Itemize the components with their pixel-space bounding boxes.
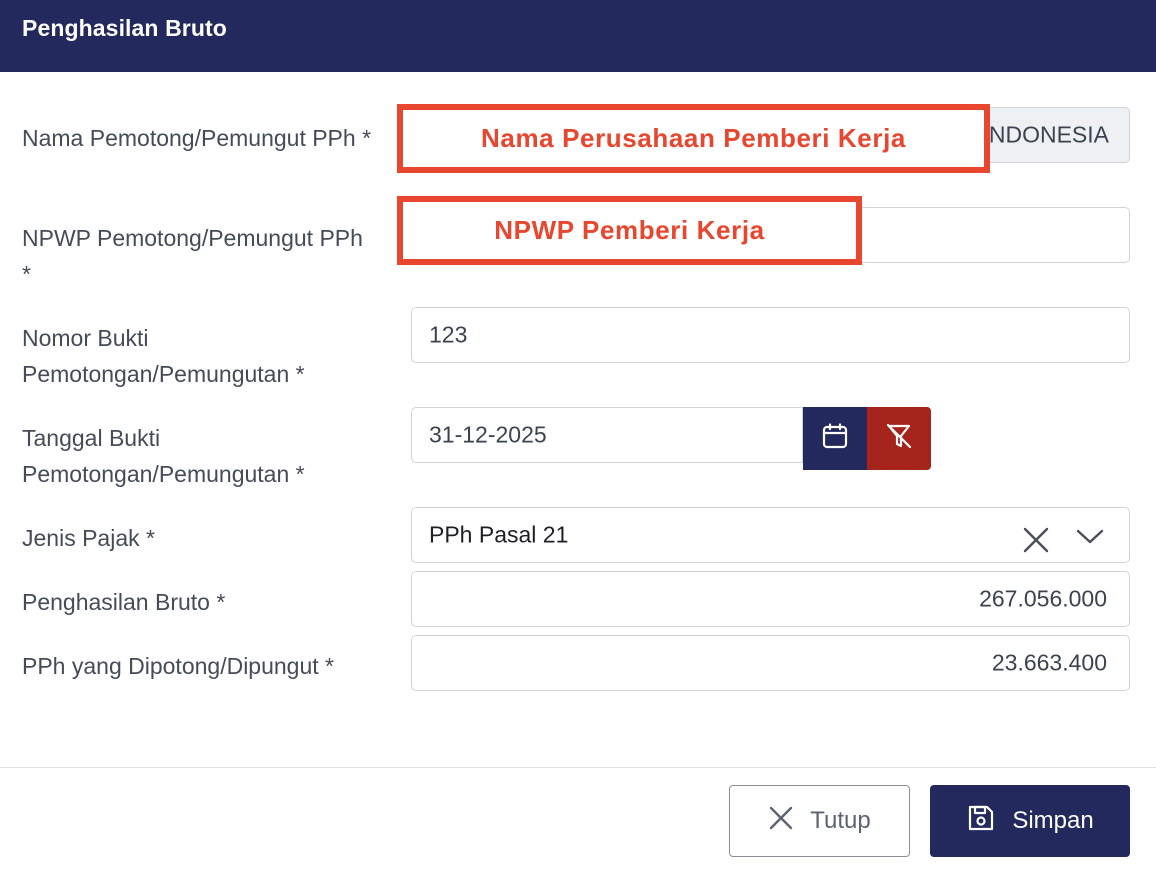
dialog-title: Penghasilan Bruto <box>22 15 227 41</box>
close-icon[interactable] <box>1022 526 1050 560</box>
nama-pemotong-label: Nama Pemotong/Pemungut PPh * <box>22 125 372 151</box>
penghasilan-bruto-value: 267.056.000 <box>979 585 1107 612</box>
jenis-pajak-value: PPh Pasal 21 <box>429 521 569 548</box>
nomor-bukti-label: Nomor Bukti Pemotongan/Pemungutan * <box>22 325 305 387</box>
dialog-header: Penghasilan Bruto <box>0 0 1156 72</box>
close-button-label: Tutup <box>810 807 871 834</box>
tanggal-bukti-input[interactable]: 31-12-2025 <box>411 407 803 463</box>
nomor-bukti-input[interactable]: 123 <box>411 307 1130 363</box>
save-icon <box>966 803 996 840</box>
pph-dipotong-label: PPh yang Dipotong/Dipungut * <box>22 653 334 679</box>
penghasilan-bruto-label: Penghasilan Bruto * <box>22 589 226 615</box>
close-button[interactable]: Tutup <box>729 785 910 857</box>
pph-dipotong-value: 23.663.400 <box>991 649 1107 676</box>
footer-divider <box>0 767 1156 768</box>
nomor-bukti-value: 123 <box>429 321 468 348</box>
tanggal-bukti-label: Tanggal Bukti Pemotongan/Pemungutan * <box>22 425 305 487</box>
penghasilan-bruto-input[interactable]: 267.056.000 <box>411 571 1130 627</box>
nama-annotation-box: Nama Perusahaan Pemberi Kerja <box>397 104 990 173</box>
filter-clear-icon <box>884 421 914 456</box>
nama-pemotong-value: NDONESIA <box>988 121 1109 148</box>
calendar-icon <box>821 422 849 455</box>
calendar-button[interactable] <box>803 407 867 470</box>
pph-dipotong-input[interactable]: 23.663.400 <box>411 635 1130 691</box>
close-icon <box>768 805 794 838</box>
tanggal-bukti-value: 31-12-2025 <box>429 421 547 448</box>
jenis-pajak-select[interactable]: PPh Pasal 21 <box>411 507 1130 563</box>
chevron-down-icon[interactable] <box>1075 526 1105 553</box>
clear-date-button[interactable] <box>867 407 931 470</box>
jenis-pajak-label: Jenis Pajak * <box>22 525 155 551</box>
npwp-annotation-box: NPWP Pemberi Kerja <box>397 196 862 265</box>
npwp-pemotong-label: NPWP Pemotong/Pemungut PPh * <box>22 225 363 287</box>
save-button[interactable]: Simpan <box>930 785 1130 857</box>
save-button-label: Simpan <box>1012 807 1094 834</box>
